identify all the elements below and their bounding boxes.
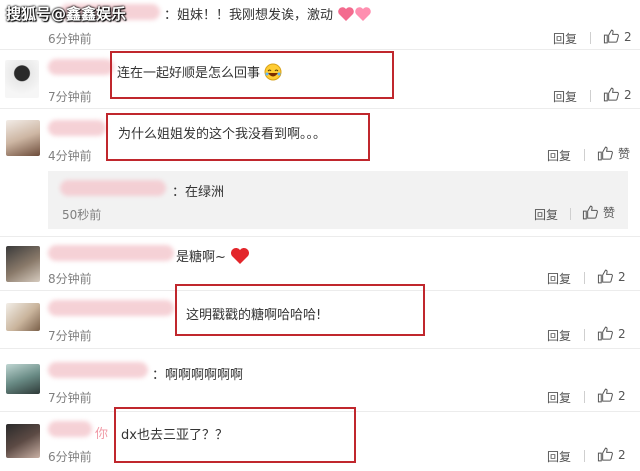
like-button[interactable]: 2: [597, 387, 626, 404]
highlight-box: [110, 51, 394, 99]
divider: [584, 450, 585, 462]
avatar[interactable]: [5, 60, 39, 98]
divider: [584, 272, 585, 284]
divider: [0, 236, 640, 237]
like-button[interactable]: 赞: [597, 145, 630, 162]
comment-text: ：姐妹！！我刚想发诶，激动: [164, 4, 373, 27]
like-count: 2: [624, 87, 632, 102]
reply-button[interactable]: 回复: [547, 270, 571, 287]
comment-time: 7分钟前: [48, 329, 92, 343]
highlight-box: [175, 284, 425, 336]
comment-time: 50秒前: [62, 208, 102, 222]
hearts-emoji-icon: [337, 5, 373, 27]
comment-text: 你: [95, 423, 108, 442]
comment-text-value: ：姐妹！！我刚想发诶，激动: [164, 8, 334, 23]
comment-time: 6分钟前: [48, 32, 92, 46]
comment-text: ：在绿洲: [172, 185, 225, 200]
like-count: 2: [624, 29, 632, 44]
like-label: 赞: [603, 206, 616, 220]
like-count: 2: [618, 326, 626, 341]
watermark: 搜狐号@鑫鑫娱乐: [6, 5, 127, 23]
thumbs-up-icon: [597, 447, 613, 462]
avatar[interactable]: [6, 120, 40, 156]
thumbs-up-icon: [603, 29, 619, 44]
reply-button[interactable]: 回复: [547, 389, 571, 406]
username-redacted: [48, 245, 174, 261]
like-button[interactable]: 2: [597, 268, 626, 285]
divider: [590, 90, 591, 102]
username-redacted: [48, 421, 92, 437]
like-button[interactable]: 赞: [582, 204, 615, 221]
reply-button[interactable]: 回复: [547, 147, 571, 164]
username-redacted: [48, 59, 114, 75]
avatar[interactable]: [6, 246, 40, 282]
comment-time: 6分钟前: [48, 450, 92, 464]
avatar[interactable]: [6, 364, 40, 394]
highlight-box: [106, 113, 370, 161]
divider: [0, 49, 640, 50]
like-button[interactable]: 2: [603, 86, 632, 103]
reply-button[interactable]: 回复: [534, 206, 558, 223]
highlight-box: [114, 407, 356, 463]
thumbs-up-icon: [597, 269, 613, 284]
like-button[interactable]: 2: [597, 446, 626, 463]
reply-button[interactable]: 回复: [547, 448, 571, 465]
divider: [584, 149, 585, 161]
username-redacted: [48, 362, 148, 378]
divider: [584, 391, 585, 403]
username-redacted: [48, 120, 106, 136]
like-label: 赞: [618, 147, 631, 161]
thumbs-up-icon: [597, 388, 613, 403]
thumbs-up-icon: [582, 205, 598, 220]
reply-button[interactable]: 回复: [553, 88, 577, 105]
thumbs-up-icon: [603, 87, 619, 102]
username-redacted: [60, 180, 166, 196]
reply-button[interactable]: 回复: [553, 30, 577, 47]
heart-icon: [230, 247, 250, 269]
reply-button[interactable]: 回复: [547, 327, 571, 344]
username-redacted: [48, 300, 174, 316]
comment-text: ：啊啊啊啊啊啊: [152, 368, 244, 383]
divider: [584, 329, 585, 341]
like-count: 2: [618, 447, 626, 462]
comment-time: 7分钟前: [48, 90, 92, 104]
comment-time: 8分钟前: [48, 272, 92, 286]
thumbs-up-icon: [597, 146, 613, 161]
divider: [0, 348, 640, 349]
like-button[interactable]: 2: [597, 325, 626, 342]
avatar[interactable]: [6, 303, 40, 331]
like-count: 2: [618, 388, 626, 403]
like-button[interactable]: 2: [603, 28, 632, 45]
comment-text-value: 是糖啊~: [176, 250, 226, 265]
comment-prefix: 你: [95, 427, 109, 442]
divider: [570, 208, 571, 220]
like-count: 2: [618, 269, 626, 284]
thumbs-up-icon: [597, 326, 613, 341]
divider: [590, 32, 591, 44]
nested-reply: ：在绿洲 50秒前 回复 赞: [48, 171, 628, 229]
divider: [0, 108, 640, 109]
comment-time: 4分钟前: [48, 149, 92, 163]
comment-text: 是糖啊~: [176, 246, 250, 269]
avatar[interactable]: [6, 424, 40, 458]
comment-time: 7分钟前: [48, 391, 92, 405]
